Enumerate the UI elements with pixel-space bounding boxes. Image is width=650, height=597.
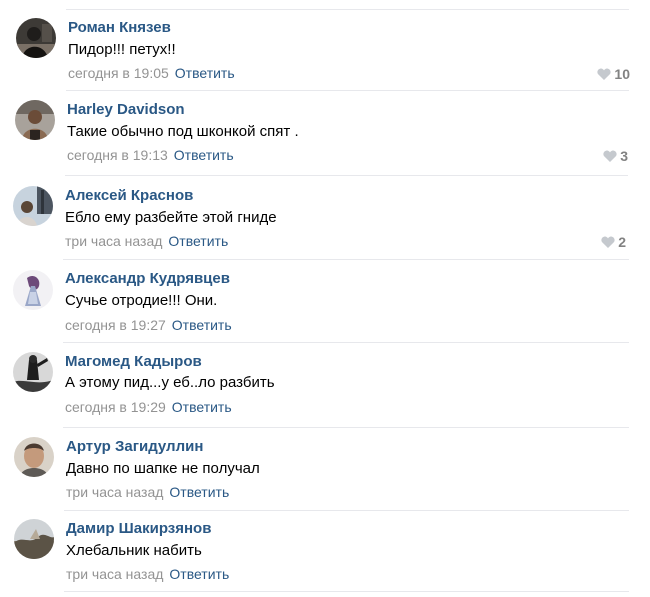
user-avatar-icon bbox=[13, 352, 53, 392]
like-count: 2 bbox=[618, 233, 626, 250]
reply-button[interactable]: Ответить bbox=[168, 233, 228, 249]
comment-timestamp[interactable]: сегодня в 19:27 bbox=[65, 317, 166, 333]
user-avatar-icon bbox=[16, 18, 56, 58]
avatar[interactable] bbox=[16, 18, 56, 58]
heart-icon bbox=[603, 150, 617, 162]
heart-icon bbox=[597, 68, 612, 80]
comment-divider bbox=[63, 259, 629, 260]
comment-author[interactable]: Алексей Краснов bbox=[65, 187, 193, 205]
comment-divider bbox=[66, 90, 629, 91]
comment-meta: три часа назад Ответить bbox=[65, 233, 228, 250]
user-avatar-icon bbox=[15, 100, 55, 140]
avatar[interactable] bbox=[15, 100, 55, 140]
comment-timestamp[interactable]: три часа назад bbox=[65, 233, 162, 249]
reply-button[interactable]: Ответить bbox=[172, 317, 232, 333]
comment-timestamp[interactable]: три часа назад bbox=[66, 566, 163, 582]
comment-author[interactable]: Дамир Шакирзянов bbox=[66, 520, 211, 538]
avatar[interactable] bbox=[14, 519, 54, 559]
like-button[interactable]: 2 bbox=[601, 233, 626, 250]
comment-author[interactable]: Артур Загидуллин bbox=[66, 438, 203, 456]
comment-divider bbox=[64, 591, 629, 592]
comment-meta: сегодня в 19:13 Ответить bbox=[67, 147, 234, 164]
comment-divider bbox=[63, 427, 629, 428]
avatar[interactable] bbox=[13, 352, 53, 392]
user-avatar-icon bbox=[14, 519, 54, 559]
comment-author[interactable]: Александр Кудрявцев bbox=[65, 270, 230, 288]
comment-divider bbox=[63, 342, 629, 343]
reply-button[interactable]: Ответить bbox=[169, 484, 229, 500]
avatar[interactable] bbox=[14, 437, 54, 477]
comment-timestamp[interactable]: три часа назад bbox=[66, 484, 163, 500]
comment-text: А этому пид...у еб..ло разбить bbox=[65, 374, 275, 391]
comment-meta: сегодня в 19:05 Ответить bbox=[68, 65, 235, 82]
comment-text: Ебло ему разбейте этой гниде bbox=[65, 209, 277, 226]
comment-text: Сучье отродие!!! Они. bbox=[65, 292, 218, 309]
reply-button[interactable]: Ответить bbox=[172, 399, 232, 415]
comment-meta: сегодня в 19:27 Ответить bbox=[65, 317, 232, 334]
user-avatar-icon bbox=[13, 270, 53, 310]
like-button[interactable]: 10 bbox=[597, 65, 630, 82]
comment-text: Такие обычно под шконкой спят . bbox=[67, 123, 299, 140]
comment-text: Давно по шапке не получал bbox=[66, 460, 260, 477]
like-button[interactable]: 3 bbox=[603, 147, 628, 164]
comment-timestamp[interactable]: сегодня в 19:29 bbox=[65, 399, 166, 415]
avatar[interactable] bbox=[13, 270, 53, 310]
reply-button[interactable]: Ответить bbox=[174, 147, 234, 163]
user-avatar-icon bbox=[14, 437, 54, 477]
comment-divider bbox=[65, 175, 628, 176]
comment-author[interactable]: Роман Князев bbox=[68, 19, 171, 37]
like-count: 10 bbox=[614, 65, 630, 82]
comment-text: Хлебальник набить bbox=[66, 542, 202, 559]
like-count: 3 bbox=[620, 147, 628, 164]
comment-author[interactable]: Harley Davidson bbox=[67, 101, 185, 119]
heart-icon bbox=[601, 236, 615, 248]
comment-timestamp[interactable]: сегодня в 19:13 bbox=[67, 147, 168, 163]
user-avatar-icon bbox=[13, 186, 53, 226]
reply-button[interactable]: Ответить bbox=[169, 566, 229, 582]
comment-divider bbox=[64, 510, 629, 511]
comment-author[interactable]: Магомед Кадыров bbox=[65, 353, 202, 371]
comment-text: Пидор!!! петух!! bbox=[68, 41, 176, 58]
comment-timestamp[interactable]: сегодня в 19:05 bbox=[68, 65, 169, 81]
comment-meta: три часа назад Ответить bbox=[66, 566, 229, 583]
comment-meta: сегодня в 19:29 Ответить bbox=[65, 399, 232, 416]
top-divider bbox=[66, 9, 629, 10]
reply-button[interactable]: Ответить bbox=[175, 65, 235, 81]
avatar[interactable] bbox=[13, 186, 53, 226]
comment-meta: три часа назад Ответить bbox=[66, 484, 229, 501]
